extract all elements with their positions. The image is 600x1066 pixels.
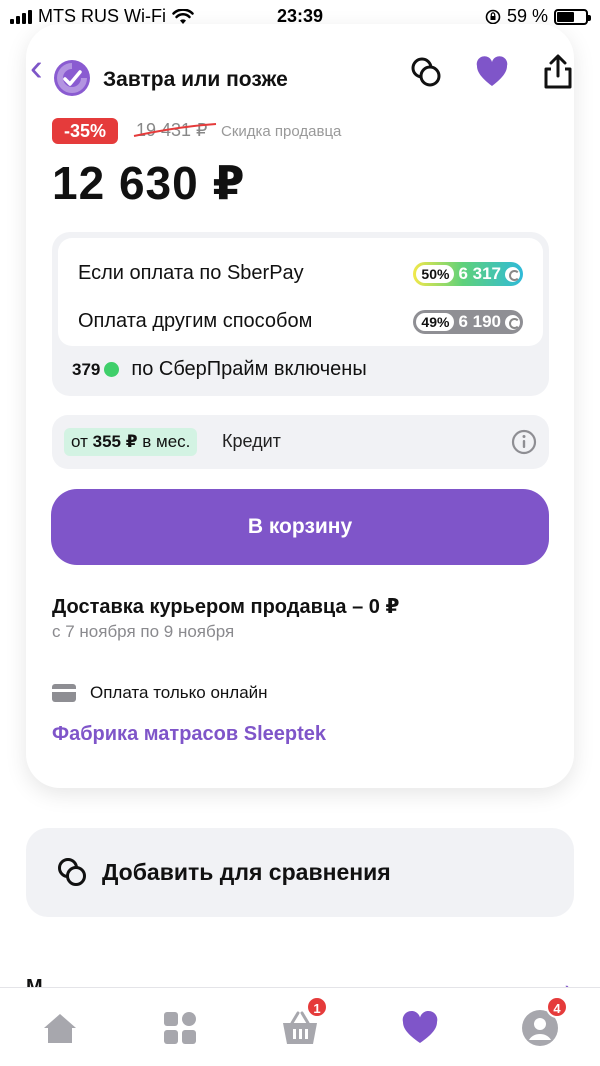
compare-icon bbox=[58, 858, 86, 886]
current-price: 12 630 ₽ bbox=[52, 157, 246, 209]
sberpay-amount: 6 317 bbox=[458, 264, 501, 283]
bonus-options: Если оплата по SberPay 50% 6 317 Оплата … bbox=[58, 238, 543, 346]
other-bonus-pill: 49% 6 190 bbox=[413, 310, 523, 334]
battery-icon bbox=[554, 8, 591, 25]
cart-badge: 1 bbox=[306, 996, 328, 1018]
seller-discount-note: Скидка продавца bbox=[221, 123, 342, 140]
credit-row[interactable]: от 355 ₽ в мес. Кредит bbox=[52, 415, 549, 469]
share-icon[interactable] bbox=[538, 52, 578, 92]
bonus-coin-icon bbox=[505, 314, 520, 330]
sberprime-coin-icon bbox=[104, 362, 120, 377]
merchant-name[interactable]: Завтра или позже bbox=[103, 68, 288, 92]
catalog-icon[interactable] bbox=[160, 1008, 200, 1048]
add-to-cart-button[interactable]: В корзину bbox=[51, 489, 549, 565]
other-amount: 6 190 bbox=[458, 312, 501, 331]
credit-suffix: в мес. bbox=[142, 432, 191, 451]
delivery-dates: с 7 ноября по 9 ноября bbox=[52, 622, 235, 641]
home-icon[interactable] bbox=[40, 1008, 80, 1048]
delivery-title: Доставка курьером продавца – 0 ₽ bbox=[52, 596, 400, 618]
strikethrough-line bbox=[133, 123, 217, 137]
tab-cart[interactable]: 1 bbox=[280, 996, 328, 1048]
other-payment-label: Оплата другим способом bbox=[78, 310, 313, 332]
card-header: ‹ Завтра или позже bbox=[26, 38, 574, 118]
credit-amount: 355 ₽ bbox=[92, 432, 138, 451]
credit-card-icon bbox=[52, 684, 76, 702]
tab-profile[interactable]: 4 bbox=[520, 996, 568, 1048]
payment-note: Оплата только онлайн bbox=[90, 683, 268, 702]
sberprime-row: 379 по СберПрайм включены bbox=[72, 358, 367, 381]
info-icon[interactable] bbox=[511, 429, 537, 455]
compare-icon[interactable] bbox=[406, 52, 446, 92]
compare-label: Добавить для сравнения bbox=[102, 859, 391, 885]
profile-badge: 4 bbox=[546, 996, 568, 1018]
sberpay-label: Если оплата по SberPay bbox=[78, 262, 304, 284]
sberprime-amount: 379 bbox=[72, 359, 101, 379]
bonus-coin-icon bbox=[505, 266, 520, 282]
sberpay-bonus-pill: 50% 6 317 bbox=[413, 262, 523, 286]
credit-prefix: от bbox=[71, 432, 88, 451]
orientation-lock-icon bbox=[485, 9, 501, 24]
sberpay-percent: 50% bbox=[416, 265, 455, 283]
discount-badge: -35% bbox=[52, 118, 119, 144]
credit-label: Кредит bbox=[222, 431, 281, 451]
tab-bar: 1 4 bbox=[0, 987, 600, 1066]
sberprime-text: по СберПрайм включены bbox=[131, 358, 367, 380]
seller-link[interactable]: Фабрика матрасов Sleeptek bbox=[52, 723, 326, 746]
other-percent: 49% bbox=[416, 313, 455, 331]
bonus-box: Если оплата по SberPay 50% 6 317 Оплата … bbox=[52, 232, 549, 396]
favorites-heart-icon[interactable] bbox=[400, 1008, 440, 1048]
favorite-heart-icon[interactable] bbox=[472, 52, 512, 92]
merchant-logo bbox=[54, 60, 90, 96]
add-to-compare-button[interactable]: Добавить для сравнения bbox=[26, 828, 574, 917]
credit-tag: от 355 ₽ в мес. bbox=[64, 428, 198, 456]
